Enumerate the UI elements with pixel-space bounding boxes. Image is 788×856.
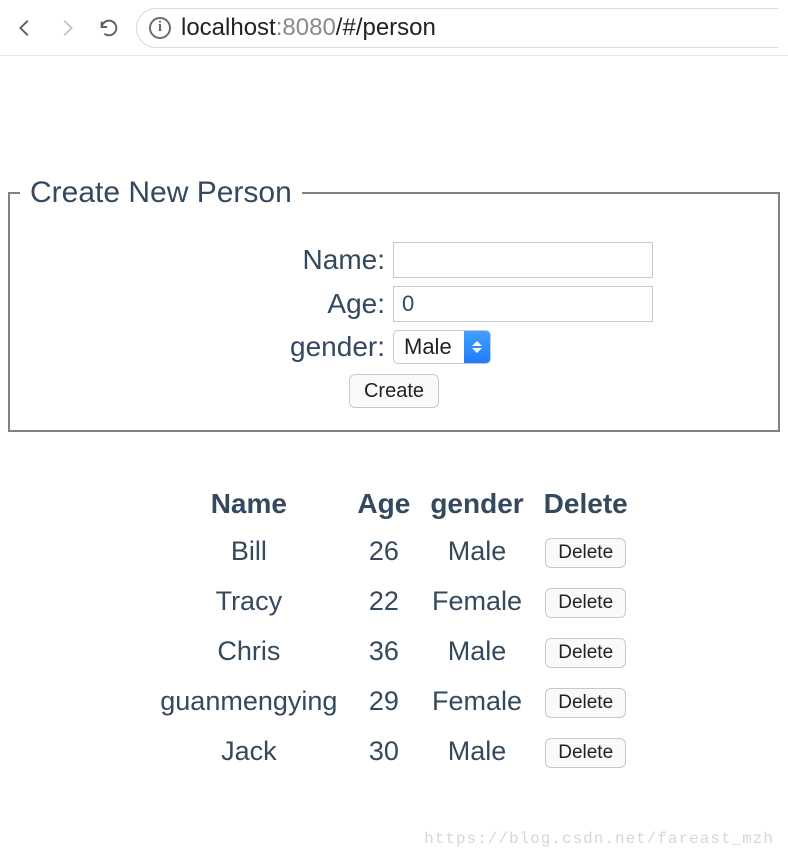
cell-delete: Delete [534, 576, 638, 626]
col-name: Name [150, 482, 347, 526]
forward-button[interactable] [52, 13, 82, 43]
cell-age: 30 [347, 726, 420, 776]
cell-name: Chris [150, 626, 347, 676]
cell-age: 26 [347, 526, 420, 576]
delete-button[interactable]: Delete [545, 588, 626, 618]
name-label: Name: [95, 244, 385, 276]
delete-button[interactable]: Delete [545, 538, 626, 568]
delete-button[interactable]: Delete [545, 738, 626, 768]
cell-delete: Delete [534, 726, 638, 776]
cell-age: 29 [347, 676, 420, 726]
table-row: Bill26Male Delete [150, 526, 637, 576]
site-info-icon[interactable]: i [149, 17, 171, 39]
col-gender: gender [420, 482, 533, 526]
col-age: Age [347, 482, 420, 526]
delete-button[interactable]: Delete [545, 688, 626, 718]
delete-button[interactable]: Delete [545, 638, 626, 668]
cell-gender: Male [420, 726, 533, 776]
create-person-fieldset: Create New Person Name: Age: gender: Mal… [8, 176, 780, 432]
gender-select[interactable]: Male [393, 330, 491, 364]
address-bar[interactable]: i localhost:8080/#/person [136, 8, 778, 48]
name-input[interactable] [393, 242, 653, 278]
url-text: localhost:8080/#/person [181, 14, 436, 42]
age-label: Age: [95, 288, 385, 320]
create-button[interactable]: Create [349, 374, 439, 408]
table-row: Jack30Male Delete [150, 726, 637, 776]
cell-age: 22 [347, 576, 420, 626]
back-button[interactable] [10, 13, 40, 43]
fieldset-legend: Create New Person [20, 176, 302, 210]
chevron-updown-icon [464, 331, 490, 363]
browser-toolbar: i localhost:8080/#/person [0, 0, 788, 56]
table-row: Chris36Male Delete [150, 626, 637, 676]
reload-button[interactable] [94, 13, 124, 43]
cell-gender: Female [420, 676, 533, 726]
cell-name: Jack [150, 726, 347, 776]
cell-delete: Delete [534, 626, 638, 676]
table-row: Tracy22Female Delete [150, 576, 637, 626]
gender-select-value: Male [394, 331, 464, 363]
cell-gender: Female [420, 576, 533, 626]
persons-table: Name Age gender Delete Bill26MaleDeleteT… [150, 482, 637, 776]
page-content: Create New Person Name: Age: gender: Mal… [0, 56, 788, 776]
age-input[interactable] [393, 286, 653, 322]
table-row: guanmengying29Female Delete [150, 676, 637, 726]
cell-gender: Male [420, 526, 533, 576]
cell-delete: Delete [534, 676, 638, 726]
cell-name: guanmengying [150, 676, 347, 726]
cell-name: Tracy [150, 576, 347, 626]
watermark-text: https://blog.csdn.net/fareast_mzh [424, 830, 774, 848]
col-delete: Delete [534, 482, 638, 526]
gender-label: gender: [95, 331, 385, 363]
cell-gender: Male [420, 626, 533, 676]
cell-age: 36 [347, 626, 420, 676]
cell-delete: Delete [534, 526, 638, 576]
table-header-row: Name Age gender Delete [150, 482, 637, 526]
cell-name: Bill [150, 526, 347, 576]
